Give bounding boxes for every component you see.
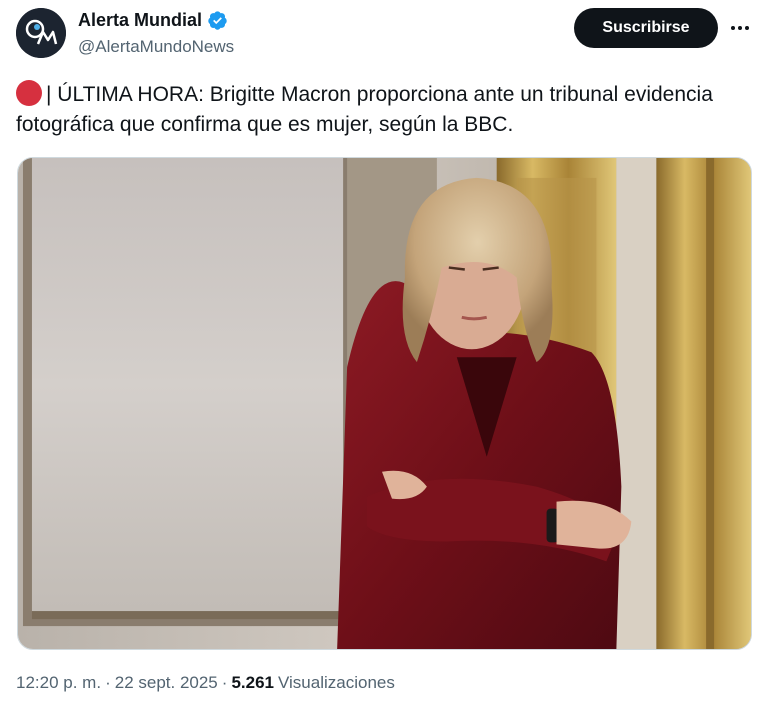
tweet-text: | ÚLTIMA HORA: Brigitte Macron proporcio… [16,80,716,140]
views-label: Visualizaciones [277,673,395,692]
meta-separator: · [221,673,228,692]
author-handle[interactable]: @AlertaMundoNews [78,37,234,57]
more-dots-icon [731,26,735,30]
red-circle-emoji-icon [16,80,42,106]
tweet-image[interactable] [17,157,752,650]
tweet-body: | ÚLTIMA HORA: Brigitte Macron proporcio… [16,83,713,136]
display-name[interactable]: Alerta Mundial [78,10,202,31]
author-name-row[interactable]: Alerta Mundial [78,10,228,31]
views-count: 5.261 [231,673,274,692]
tweet-date[interactable]: 22 sept. 2025 [115,673,218,693]
tweet-header: Alerta Mundial @AlertaMundoNews Suscribi… [0,0,760,70]
meta-separator: · [105,673,111,692]
avatar[interactable] [16,8,66,58]
verified-badge-icon [208,11,227,30]
tweet-meta: 12:20 p. m. · 22 sept. 2025 · 5.261 Visu… [16,673,395,693]
more-options-button[interactable] [724,14,756,42]
subscribe-button[interactable]: Suscribirse [574,8,718,48]
am-logo-icon [16,8,66,58]
photo-woman-red-blazer [18,158,751,649]
tweet-time[interactable]: 12:20 p. m. [16,673,101,693]
